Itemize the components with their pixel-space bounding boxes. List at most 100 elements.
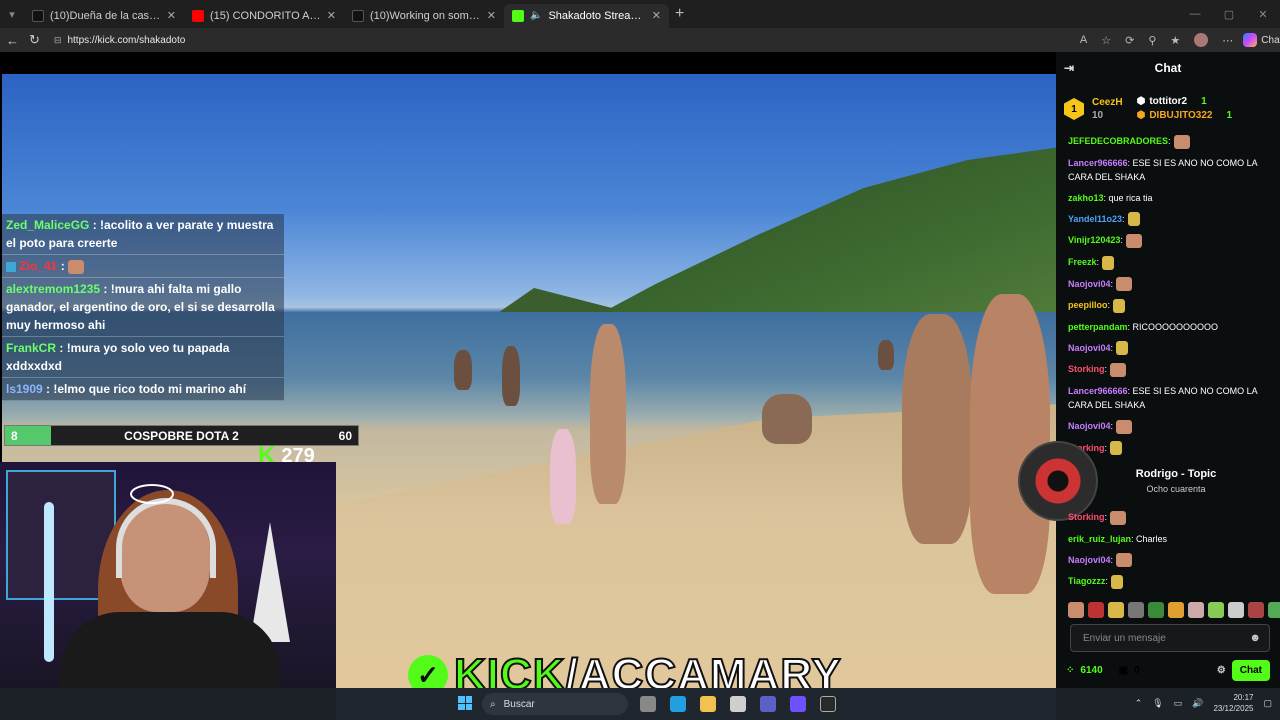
album-disc-icon [1018,441,1098,521]
profile-avatar[interactable] [1194,33,1209,47]
notifications-icon[interactable]: ▢ [1263,698,1272,709]
tiktok-icon [352,9,364,22]
emote-icon[interactable] [1128,602,1144,618]
chat-text: : [1110,421,1114,431]
windows-start-icon[interactable] [458,696,472,710]
chat-panel: ⇥ Chat 1 CeezH 10 ⬢ tottitor2 1 ⬢ DIBUJITO3… [1056,52,1280,688]
overlay-username: alextremom1235 [6,282,101,296]
chat-username[interactable]: peepilloo [1068,300,1108,310]
task-view-icon[interactable] [640,696,656,712]
leaderboard-entry[interactable]: ⬢ tottitor2 1 [1137,95,1232,109]
leaderboard-entry[interactable]: ⬢ DIBUJITO322 1 [1137,109,1232,123]
read-aloud-icon[interactable]: A [1080,34,1087,46]
minimize-icon[interactable]: — [1178,8,1212,20]
chat-message: Naojovi04: [1068,341,1268,356]
speaker-icon[interactable]: 🔈 [530,10,542,21]
tab-3[interactable]: (10)Working on some kicks | TikTo ✕ [344,4,504,28]
emote-icon[interactable] [1148,602,1164,618]
chat-text: : [1122,213,1125,224]
microphone-icon[interactable]: 🎙 [1152,698,1163,709]
tab-title: (10)Working on some kicks | TikTo [370,9,481,22]
chat-username[interactable]: petterpandam [1068,322,1128,332]
close-icon[interactable]: ✕ [167,9,176,22]
store-icon[interactable] [730,696,746,712]
copilot-chat-button[interactable]: Chat [1243,33,1280,47]
emote-icon[interactable] [1188,602,1204,618]
emote-icon[interactable] [1088,602,1104,618]
webcam-light [44,502,54,662]
close-window-icon[interactable]: ✕ [1246,8,1280,21]
file-explorer-icon[interactable] [700,696,716,712]
gift-box-icon[interactable]: ▣ [1119,665,1128,676]
beachgoer [878,340,894,370]
chat-message: Storking: [1068,362,1268,377]
tab-4-active[interactable]: 🔈 Shakadoto Stream - Watch Li ✕ [504,3,669,28]
chat-username[interactable]: Yandel11o23 [1068,214,1122,224]
chat-username[interactable]: Storking [1068,364,1105,374]
chat-username[interactable]: zakho13 [1068,193,1104,203]
stream-player[interactable]: Zed_MaliceGG : !acolito a ver parate y m… [0,52,1056,688]
url-text: https://kick.com/shakadoto [67,34,186,46]
windows-taskbar: ⌕ Buscar ⌃ 🎙 ▭ 🔊 20:17 23/12/2025 ▢ [0,688,1280,720]
obs-icon[interactable] [820,696,836,712]
emote-icon[interactable] [1208,602,1224,618]
more-icon[interactable]: ⋯ [1222,34,1233,47]
overlay-chat-line: ls1909 : !elmo que rico todo mi marino a… [2,378,284,401]
chat-username[interactable]: Naojovi04 [1068,279,1111,289]
chat-message-input[interactable]: Enviar un mensaje ☻ [1070,624,1270,652]
close-icon[interactable]: ✕ [652,9,661,22]
edge-icon[interactable] [670,696,686,712]
maximize-icon[interactable]: ▢ [1212,8,1246,21]
discord-icon[interactable] [790,696,806,712]
site-info-icon[interactable]: ⊟ [54,35,62,46]
tab-1[interactable]: (10)Dueña de la casa va a botar a ✕ [24,4,184,28]
leaderboard-top[interactable]: CeezH 10 [1092,96,1123,122]
tab-title: (15) CONDORITO ARREPENTIDO [210,9,321,22]
back-icon[interactable]: ← [6,33,19,48]
taskbar-search[interactable]: ⌕ Buscar [482,693,628,715]
emote-icon[interactable] [1168,602,1184,618]
emote-icon[interactable] [1068,602,1084,618]
chat-messages: JEFEDECOBRADORES: Lancer966666: ESE SI ES… [1056,134,1280,456]
chat-message: Freezk: [1068,255,1268,270]
close-icon[interactable]: ✕ [487,9,496,22]
extensions-icon[interactable]: ⚲ [1148,34,1156,47]
chat-username[interactable]: Lancer966666 [1068,158,1128,168]
channel-points-icon[interactable]: ⁘ [1066,665,1074,676]
emoji-picker-icon[interactable]: ☻ [1249,632,1261,644]
reload-icon[interactable]: ↻ [29,32,40,48]
tab-actions-icon[interactable]: ▾ [0,8,24,21]
taskbar-clock[interactable]: 20:17 23/12/2025 [1213,692,1253,714]
new-tab-button[interactable]: + [675,5,684,23]
volume-icon[interactable]: 🔊 [1192,698,1203,709]
favorites-icon[interactable]: ★ [1170,34,1180,47]
emote-icon [1102,255,1115,270]
collapse-chat-icon[interactable]: ⇥ [1064,61,1074,75]
url-field[interactable]: ⊟ https://kick.com/shakadoto [49,30,1070,50]
chat-settings-icon[interactable]: ⚙ [1217,665,1226,676]
chat-username[interactable]: Freezk [1068,257,1097,267]
chat-text: : que rica tia [1103,192,1153,203]
close-icon[interactable]: ✕ [327,9,336,22]
chat-username[interactable]: JEFEDECOBRADORES [1068,136,1168,146]
tab-2[interactable]: (15) CONDORITO ARREPENTIDO ✕ [184,4,344,28]
emote-icon[interactable] [1108,602,1124,618]
overlay-username: Zed_MaliceGG [6,218,90,232]
favorite-star-icon[interactable]: ☆ [1101,34,1111,47]
chat-username[interactable]: Naojovi04 [1068,421,1111,431]
chat-username[interactable]: Naojovi04 [1068,343,1111,353]
brand-prefix: KICK [453,649,566,688]
chat-send-button[interactable]: Chat [1231,659,1270,681]
emote-icon[interactable] [1228,602,1244,618]
tray-overflow-icon[interactable]: ⌃ [1135,698,1143,709]
leader-name: DIBUJITO322 [1149,110,1213,121]
emote-icon [1125,233,1142,248]
emote-icon[interactable] [1268,602,1280,618]
emote-icon[interactable] [1248,602,1264,618]
tiktok-icon [32,9,44,22]
chat-username[interactable]: Lancer966666 [1068,386,1128,396]
refresh-extension-icon[interactable]: ⟳ [1125,34,1134,47]
chat-username[interactable]: Vinijr120423 [1068,235,1120,245]
network-icon[interactable]: ▭ [1174,698,1183,709]
teams-icon[interactable] [760,696,776,712]
